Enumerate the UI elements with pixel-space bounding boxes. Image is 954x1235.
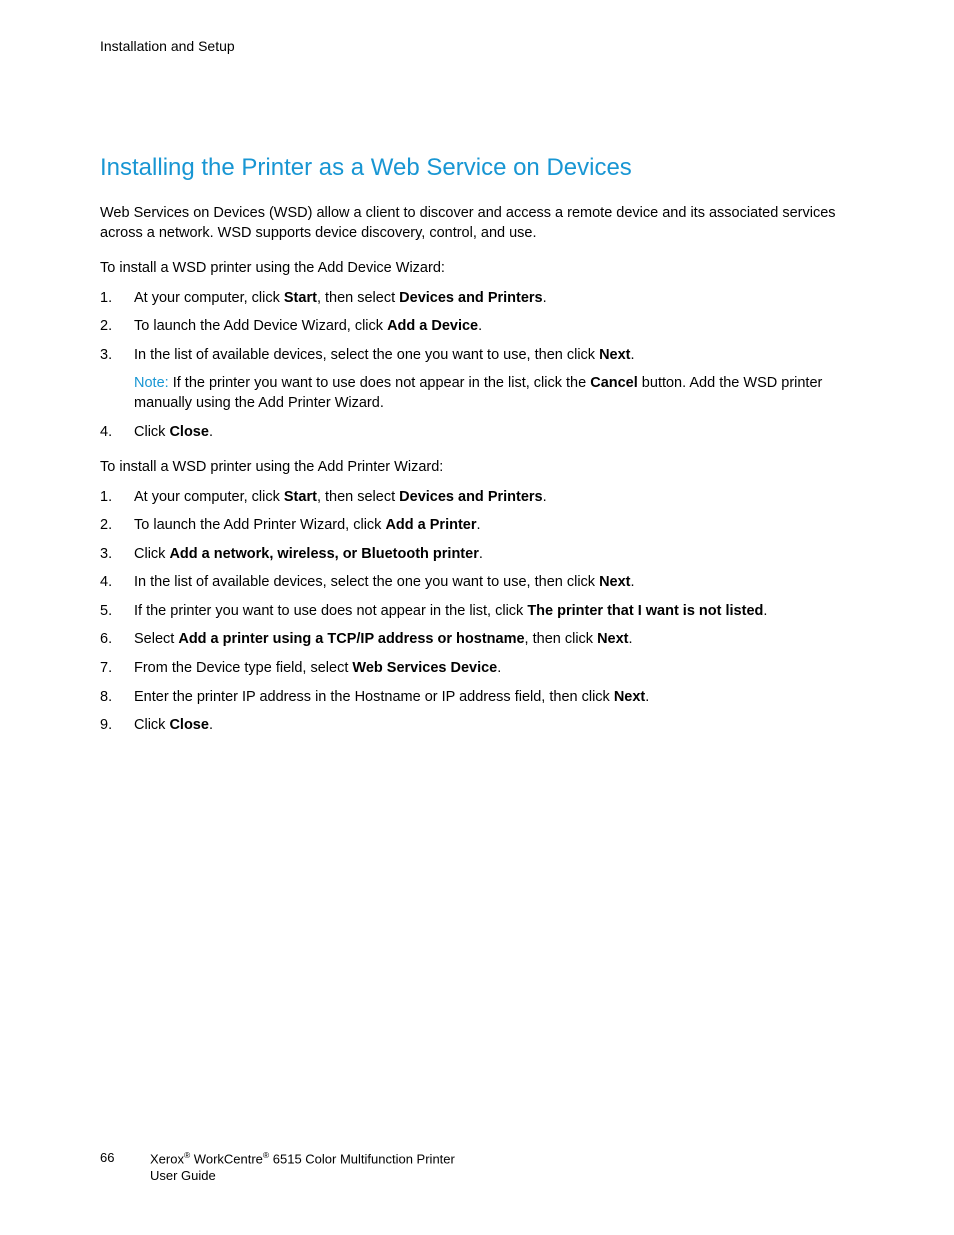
bold-text: Add a printer using a TCP/IP address or … [178, 631, 524, 647]
step-text: At your computer, click [134, 290, 284, 306]
bold-text: Next [614, 689, 645, 705]
note-text: If the printer you want to use does not … [169, 375, 591, 391]
list-item: 2.To launch the Add Printer Wizard, clic… [100, 516, 854, 536]
list-item: 1.At your computer, click Start, then se… [100, 488, 854, 508]
step-text: In the list of available devices, select… [134, 574, 599, 590]
bold-text: Start [284, 489, 317, 505]
bold-text: Next [599, 574, 630, 590]
list-item: 9.Click Close. [100, 716, 854, 736]
step-text: , then click [525, 631, 598, 647]
list-item: 4.In the list of available devices, sele… [100, 573, 854, 593]
page-number: 66 [100, 1150, 150, 1167]
bold-text: Cancel [590, 375, 638, 391]
section2-steps: 1.At your computer, click Start, then se… [100, 488, 854, 736]
list-item: 1.At your computer, click Start, then se… [100, 289, 854, 309]
note-label: Note: [134, 375, 169, 391]
page-title: Installing the Printer as a Web Service … [100, 154, 854, 182]
step-text: Select [134, 631, 178, 647]
step-text: , then select [317, 290, 399, 306]
step-text: . [763, 603, 767, 619]
page-footer: 66Xerox® WorkCentre® 6515 Color Multifun… [100, 1150, 455, 1185]
step-text: Enter the printer IP address in the Host… [134, 689, 614, 705]
step-text: . [478, 318, 482, 334]
step-text: Click [134, 546, 169, 562]
step-text: . [543, 489, 547, 505]
step-text: . [477, 517, 481, 533]
list-item: 7.From the Device type field, select Web… [100, 659, 854, 679]
step-text: . [645, 689, 649, 705]
footer-text: Xerox® WorkCentre® 6515 Color Multifunct… [150, 1150, 455, 1185]
list-item: 2.To launch the Add Device Wizard, click… [100, 317, 854, 337]
section1-lead: To install a WSD printer using the Add D… [100, 259, 854, 279]
step-text: . [631, 574, 635, 590]
bold-text: Next [599, 347, 630, 363]
intro-paragraph: Web Services on Devices (WSD) allow a cl… [100, 204, 854, 243]
bold-text: Close [169, 424, 209, 440]
step-text: . [209, 717, 213, 733]
bold-text: The printer that I want is not listed [527, 603, 763, 619]
step-text: To launch the Add Device Wizard, click [134, 318, 387, 334]
list-item: 3.In the list of available devices, sele… [100, 346, 854, 414]
step-text: . [497, 660, 501, 676]
step-text: . [209, 424, 213, 440]
step-text: If the printer you want to use does not … [134, 603, 527, 619]
list-item: 6.Select Add a printer using a TCP/IP ad… [100, 630, 854, 650]
step-text: . [543, 290, 547, 306]
bold-text: Next [597, 631, 628, 647]
bold-text: Start [284, 290, 317, 306]
step-text: Click [134, 717, 169, 733]
step-text: From the Device type field, select [134, 660, 352, 676]
step-text: , then select [317, 489, 399, 505]
bold-text: Close [169, 717, 209, 733]
step-text: . [629, 631, 633, 647]
bold-text: Add a network, wireless, or Bluetooth pr… [169, 546, 478, 562]
list-item: 8.Enter the printer IP address in the Ho… [100, 688, 854, 708]
note-block: Note: If the printer you want to use doe… [134, 374, 854, 413]
section1-steps: 1.At your computer, click Start, then se… [100, 289, 854, 442]
chapter-header: Installation and Setup [100, 38, 854, 54]
step-text: In the list of available devices, select… [134, 347, 599, 363]
bold-text: Add a Device [387, 318, 478, 334]
step-text: At your computer, click [134, 489, 284, 505]
bold-text: Web Services Device [352, 660, 497, 676]
section2-lead: To install a WSD printer using the Add P… [100, 458, 854, 478]
step-text: Click [134, 424, 169, 440]
bold-text: Devices and Printers [399, 290, 542, 306]
list-item: 5.If the printer you want to use does no… [100, 602, 854, 622]
bold-text: Devices and Printers [399, 489, 542, 505]
step-text: To launch the Add Printer Wizard, click [134, 517, 385, 533]
step-text: . [631, 347, 635, 363]
list-item: 4.Click Close. [100, 423, 854, 443]
bold-text: Add a Printer [385, 517, 476, 533]
list-item: 3.Click Add a network, wireless, or Blue… [100, 545, 854, 565]
step-text: . [479, 546, 483, 562]
